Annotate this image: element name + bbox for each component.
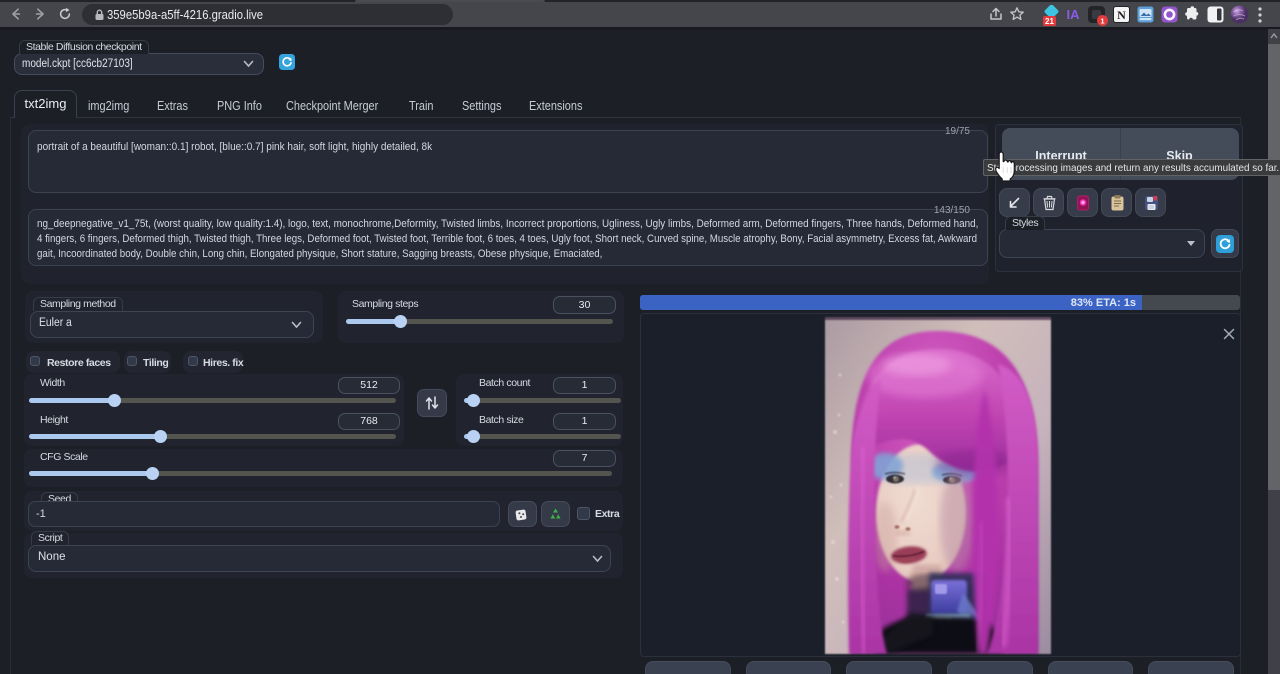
svg-text:IA: IA [1067,7,1081,22]
svg-text:N: N [1117,8,1126,22]
svg-text:1: 1 [1100,16,1104,25]
svg-text:21: 21 [1045,17,1054,26]
